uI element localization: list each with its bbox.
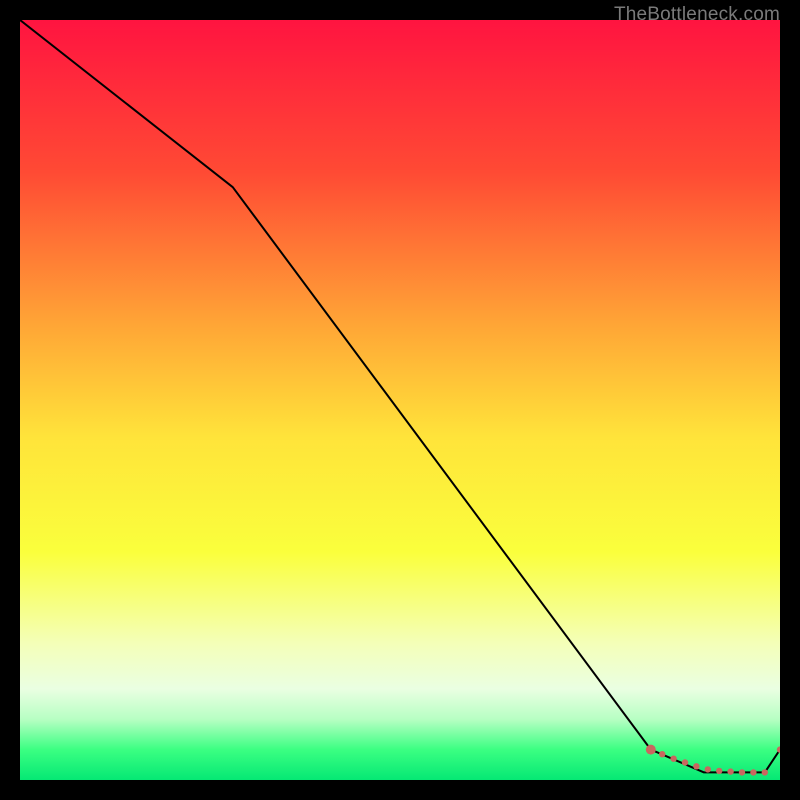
- marker-point: [682, 759, 688, 765]
- marker-point: [739, 769, 745, 775]
- marker-point: [646, 745, 656, 755]
- marker-point: [727, 768, 733, 774]
- marker-point: [659, 751, 665, 757]
- marker-point: [670, 756, 676, 762]
- gradient-background: [20, 20, 780, 780]
- marker-point: [693, 763, 699, 769]
- marker-point: [762, 769, 768, 775]
- chart-frame: TheBottleneck.com: [20, 20, 780, 780]
- marker-point: [716, 768, 722, 774]
- marker-point: [705, 766, 711, 772]
- chart-svg: [20, 20, 780, 780]
- marker-point: [750, 769, 756, 775]
